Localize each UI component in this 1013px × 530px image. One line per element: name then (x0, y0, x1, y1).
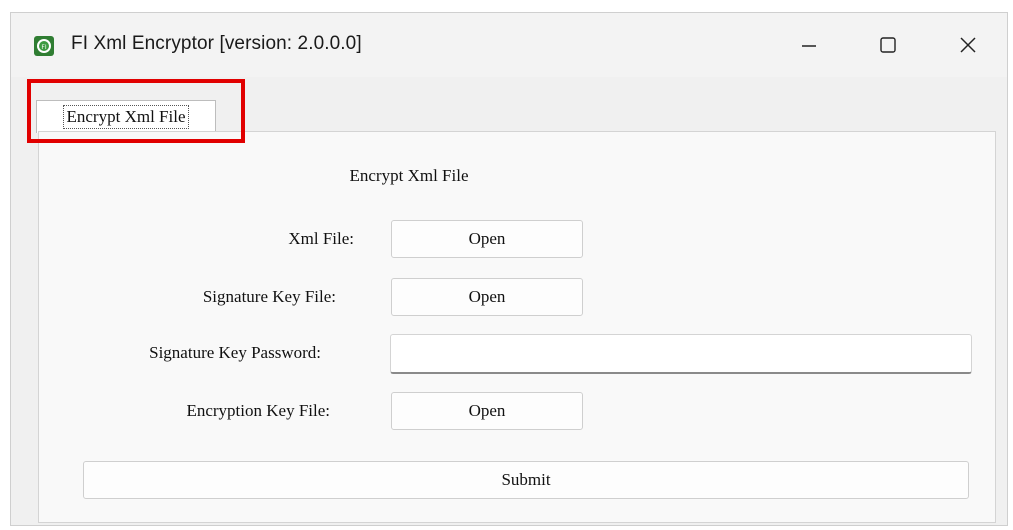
tab-encrypt-xml-file[interactable]: Encrypt Xml File (36, 100, 216, 133)
close-icon (960, 37, 976, 53)
form-heading: Encrypt Xml File (349, 166, 469, 185)
maximize-icon (880, 37, 896, 53)
close-button[interactable] (945, 27, 991, 63)
signature-key-file-open-button[interactable]: Open (391, 278, 583, 316)
app-window: FI FI Xml Encryptor [version: 2.0.0.0] E… (10, 12, 1008, 526)
minimize-button[interactable] (786, 27, 832, 63)
signature-key-file-label: Signature Key File: (202, 287, 336, 306)
tab-panel: Encrypt Xml File Xml File: Open Signatur… (38, 131, 996, 523)
signature-key-password-label: Signature Key Password: (149, 343, 321, 362)
xml-file-label: Xml File: (288, 229, 354, 248)
signature-key-password-input[interactable] (390, 334, 972, 374)
submit-button[interactable]: Submit (83, 461, 969, 499)
app-logo-icon: FI (34, 36, 54, 56)
window-title: FI Xml Encryptor [version: 2.0.0.0] (71, 33, 362, 54)
minimize-icon (802, 45, 816, 47)
tab-label: Encrypt Xml File (62, 105, 190, 129)
svg-text:FI: FI (41, 44, 46, 51)
encryption-key-file-open-button[interactable]: Open (391, 392, 583, 430)
encryption-key-file-label: Encryption Key File: (186, 401, 330, 420)
title-bar[interactable]: FI FI Xml Encryptor [version: 2.0.0.0] (11, 13, 1007, 77)
xml-file-open-button[interactable]: Open (391, 220, 583, 258)
maximize-button[interactable] (865, 27, 911, 63)
tab-strip: Encrypt Xml File (11, 81, 1007, 133)
